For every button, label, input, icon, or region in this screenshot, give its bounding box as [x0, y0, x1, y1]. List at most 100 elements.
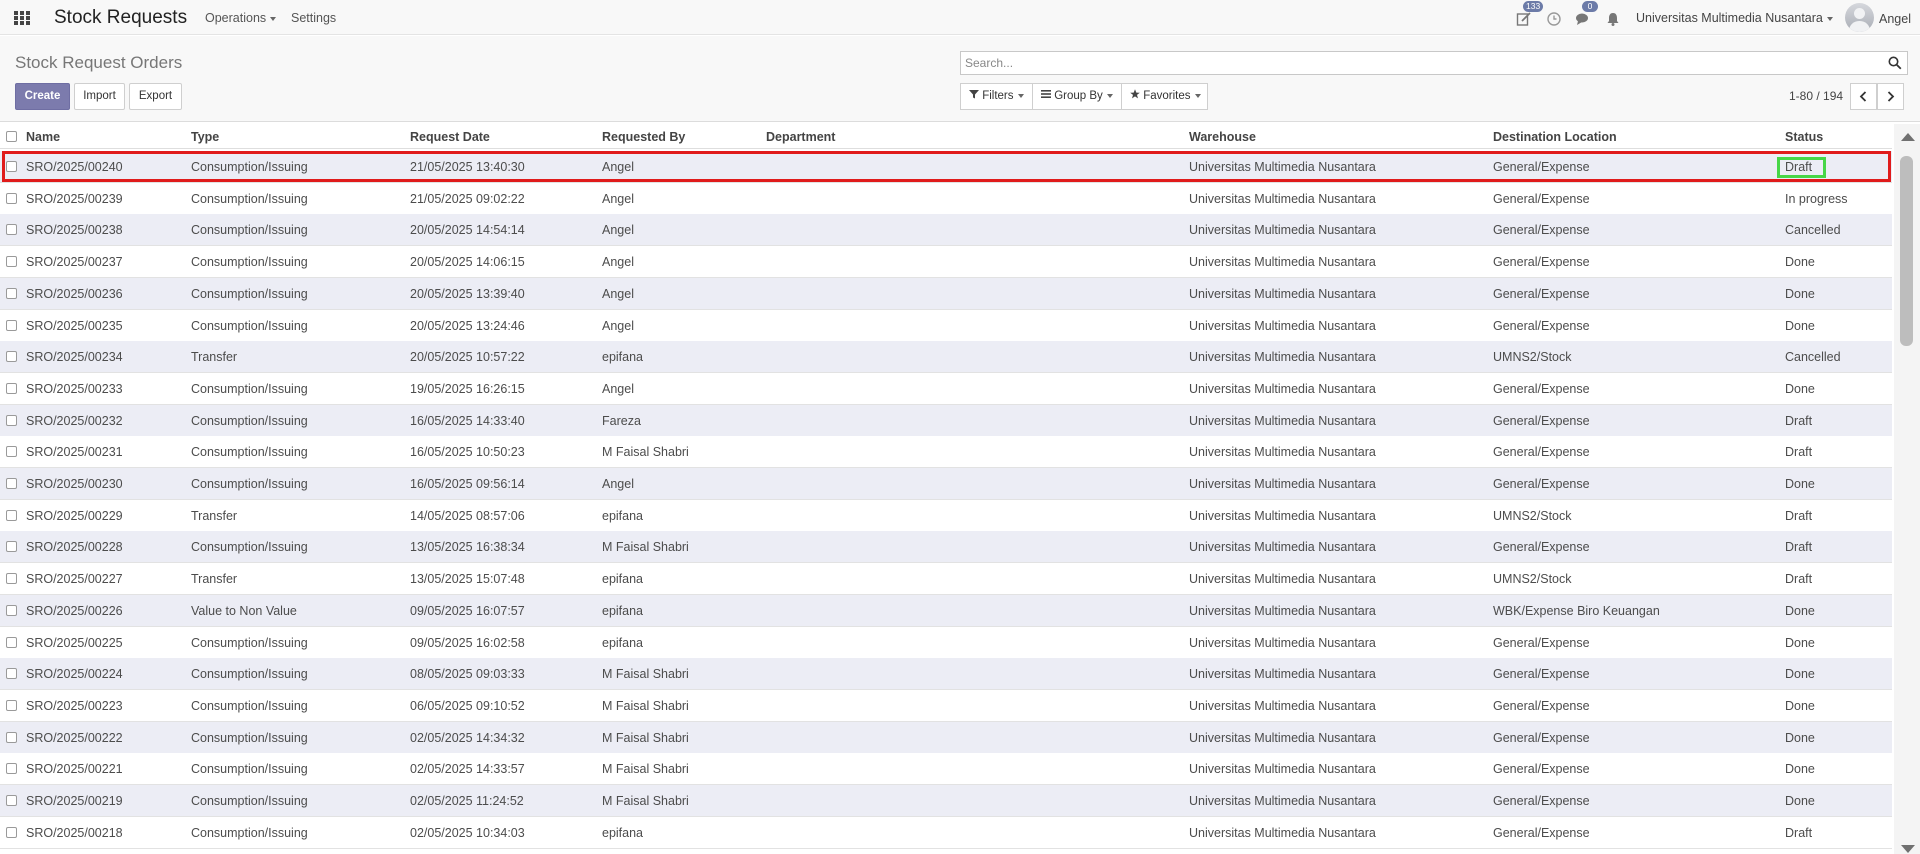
row-checkbox[interactable] [6, 699, 17, 711]
row-checkbox[interactable] [6, 351, 17, 363]
control-panel: Stock Request Orders Create Import Expor… [0, 36, 1920, 122]
table-row[interactable]: SRO/2025/00227 Transfer 13/05/2025 15:07:4… [0, 563, 1892, 596]
scroll-up-arrow-icon[interactable] [1901, 133, 1915, 141]
pager-next-button[interactable] [1877, 83, 1904, 110]
cell-status: Cancelled [1785, 223, 1841, 238]
table-row[interactable]: SRO/2025/00238 Consumption/Issuing 20/05/2… [0, 214, 1892, 247]
table-row[interactable]: SRO/2025/00222 Consumption/Issuing 02/05/2… [0, 721, 1892, 754]
row-checkbox[interactable] [6, 446, 17, 458]
cell-status: Done [1785, 381, 1815, 396]
row-checkbox[interactable] [6, 161, 17, 172]
scrollbar-thumb[interactable] [1900, 156, 1913, 346]
row-checkbox[interactable] [6, 668, 17, 680]
clock-icon[interactable] [1546, 11, 1562, 27]
activity-icon[interactable]: 133 [1516, 1, 1544, 27]
row-checkbox[interactable] [6, 414, 17, 426]
row-checkbox[interactable] [6, 604, 17, 616]
cell-request-date: 16/05/2025 14:33:40 [410, 413, 525, 428]
cell-request-date: 20/05/2025 14:06:15 [410, 255, 525, 270]
column-header-department[interactable]: Department [766, 130, 835, 144]
cell-name: SRO/2025/00225 [26, 635, 123, 650]
column-header-status[interactable]: Status [1785, 130, 1823, 144]
table-row[interactable]: SRO/2025/00224 Consumption/Issuing 08/05/2… [0, 658, 1892, 691]
column-header-type[interactable]: Type [191, 130, 219, 144]
row-checkbox[interactable] [6, 731, 17, 743]
cell-status: Draft [1785, 572, 1813, 587]
table-row[interactable]: SRO/2025/00221 Consumption/Issuing 02/05/2… [0, 753, 1892, 786]
company-switcher[interactable]: Universitas Multimedia Nusantara [1636, 11, 1833, 25]
table-row[interactable]: SRO/2025/00231 Consumption/Issuing 16/05/2… [0, 436, 1892, 469]
row-checkbox[interactable] [6, 287, 17, 299]
filters-button[interactable]: Filters [960, 83, 1033, 110]
row-checkbox[interactable] [6, 826, 17, 838]
table-row[interactable]: SRO/2025/00233 Consumption/Issuing 19/05/2… [0, 372, 1892, 405]
row-checkbox[interactable] [6, 319, 17, 331]
row-checkbox[interactable] [6, 509, 17, 521]
table-row[interactable]: SRO/2025/00228 Consumption/Issuing 13/05/2… [0, 531, 1892, 564]
create-button[interactable]: Create [15, 83, 70, 110]
group-by-button[interactable]: Group By [1032, 83, 1122, 110]
table-row[interactable]: SRO/2025/00219 Consumption/Issuing 02/05/2… [0, 785, 1892, 817]
column-header-requested-by[interactable]: Requested By [602, 130, 685, 144]
row-checkbox[interactable] [6, 763, 17, 775]
table-row[interactable]: SRO/2025/00232 Consumption/Issuing 16/05/2… [0, 404, 1892, 437]
row-checkbox[interactable] [6, 573, 17, 585]
cell-destination: General/Expense [1493, 413, 1590, 428]
row-checkbox[interactable] [6, 541, 17, 553]
row-checkbox[interactable] [6, 795, 17, 806]
table-row[interactable]: SRO/2025/00225 Consumption/Issuing 09/05/2… [0, 626, 1892, 659]
row-checkbox[interactable] [6, 382, 17, 394]
cell-status: Done [1785, 730, 1815, 745]
table-row[interactable]: SRO/2025/00229 Transfer 14/05/2025 08:57:0… [0, 499, 1892, 532]
menu-operations[interactable]: Operations [205, 11, 277, 25]
import-button[interactable]: Import [74, 83, 125, 110]
select-all-checkbox[interactable] [6, 131, 17, 142]
scroll-down-arrow-icon[interactable] [1901, 845, 1915, 853]
table-row[interactable]: SRO/2025/00223 Consumption/Issuing 06/05/2… [0, 689, 1892, 722]
row-checkbox[interactable] [6, 256, 17, 268]
table-row[interactable]: SRO/2025/00240 Consumption/Issuing 21/05/2… [0, 151, 1892, 183]
avatar[interactable] [1845, 3, 1874, 32]
cell-type: Consumption/Issuing [191, 445, 308, 460]
app-title[interactable]: Stock Requests [54, 7, 187, 29]
chevron-down-icon [1106, 93, 1113, 98]
table-row[interactable]: SRO/2025/00239 Consumption/Issuing 21/05/2… [0, 182, 1892, 215]
cell-status: Done [1785, 255, 1815, 270]
column-header-destination[interactable]: Destination Location [1493, 130, 1617, 144]
user-menu-name[interactable]: Angel [1879, 12, 1911, 26]
pager-previous-button[interactable] [1850, 83, 1877, 110]
cell-destination: General/Expense [1493, 667, 1590, 682]
cell-requested-by: Angel [602, 191, 634, 206]
table-row[interactable]: SRO/2025/00234 Transfer 20/05/2025 10:57:2… [0, 341, 1892, 374]
column-header-request-date[interactable]: Request Date [410, 130, 490, 144]
table-row[interactable]: SRO/2025/00230 Consumption/Issuing 16/05/2… [0, 468, 1892, 500]
messages-count-badge: 0 [1582, 1, 1598, 12]
cell-destination: General/Expense [1493, 381, 1590, 396]
table-row[interactable]: SRO/2025/00236 Consumption/Issuing 20/05/2… [0, 277, 1892, 310]
cell-type: Consumption/Issuing [191, 477, 308, 491]
cell-type: Consumption/Issuing [191, 825, 308, 840]
search-icon[interactable] [1888, 56, 1902, 70]
table-row[interactable]: SRO/2025/00235 Consumption/Issuing 20/05/2… [0, 309, 1892, 342]
column-header-warehouse[interactable]: Warehouse [1189, 130, 1256, 144]
table-row[interactable]: SRO/2025/00218 Consumption/Issuing 02/05/2… [0, 816, 1892, 849]
export-button[interactable]: Export [129, 83, 182, 110]
bell-icon[interactable] [1605, 11, 1621, 27]
cell-status: Done [1785, 603, 1815, 618]
row-checkbox[interactable] [6, 478, 17, 489]
pager-value[interactable]: 1-80 / 194 [1789, 89, 1843, 103]
chat-icon[interactable]: 0 [1575, 1, 1598, 27]
favorites-button[interactable]: Favorites [1121, 83, 1208, 110]
menu-settings[interactable]: Settings [291, 11, 336, 25]
row-checkbox[interactable] [6, 636, 17, 648]
vertical-scrollbar[interactable] [1894, 124, 1920, 854]
table-row[interactable]: SRO/2025/00226 Value to Non Value 09/05/20… [0, 594, 1892, 627]
cell-name: SRO/2025/00226 [26, 603, 123, 618]
cell-request-date: 02/05/2025 11:24:52 [410, 794, 524, 808]
column-header-name[interactable]: Name [26, 130, 60, 144]
table-row[interactable]: SRO/2025/00237 Consumption/Issuing 20/05/2… [0, 246, 1892, 279]
row-checkbox[interactable] [6, 192, 17, 204]
apps-grid-icon[interactable] [14, 11, 30, 25]
search-input[interactable] [965, 52, 1865, 74]
row-checkbox[interactable] [6, 224, 17, 236]
